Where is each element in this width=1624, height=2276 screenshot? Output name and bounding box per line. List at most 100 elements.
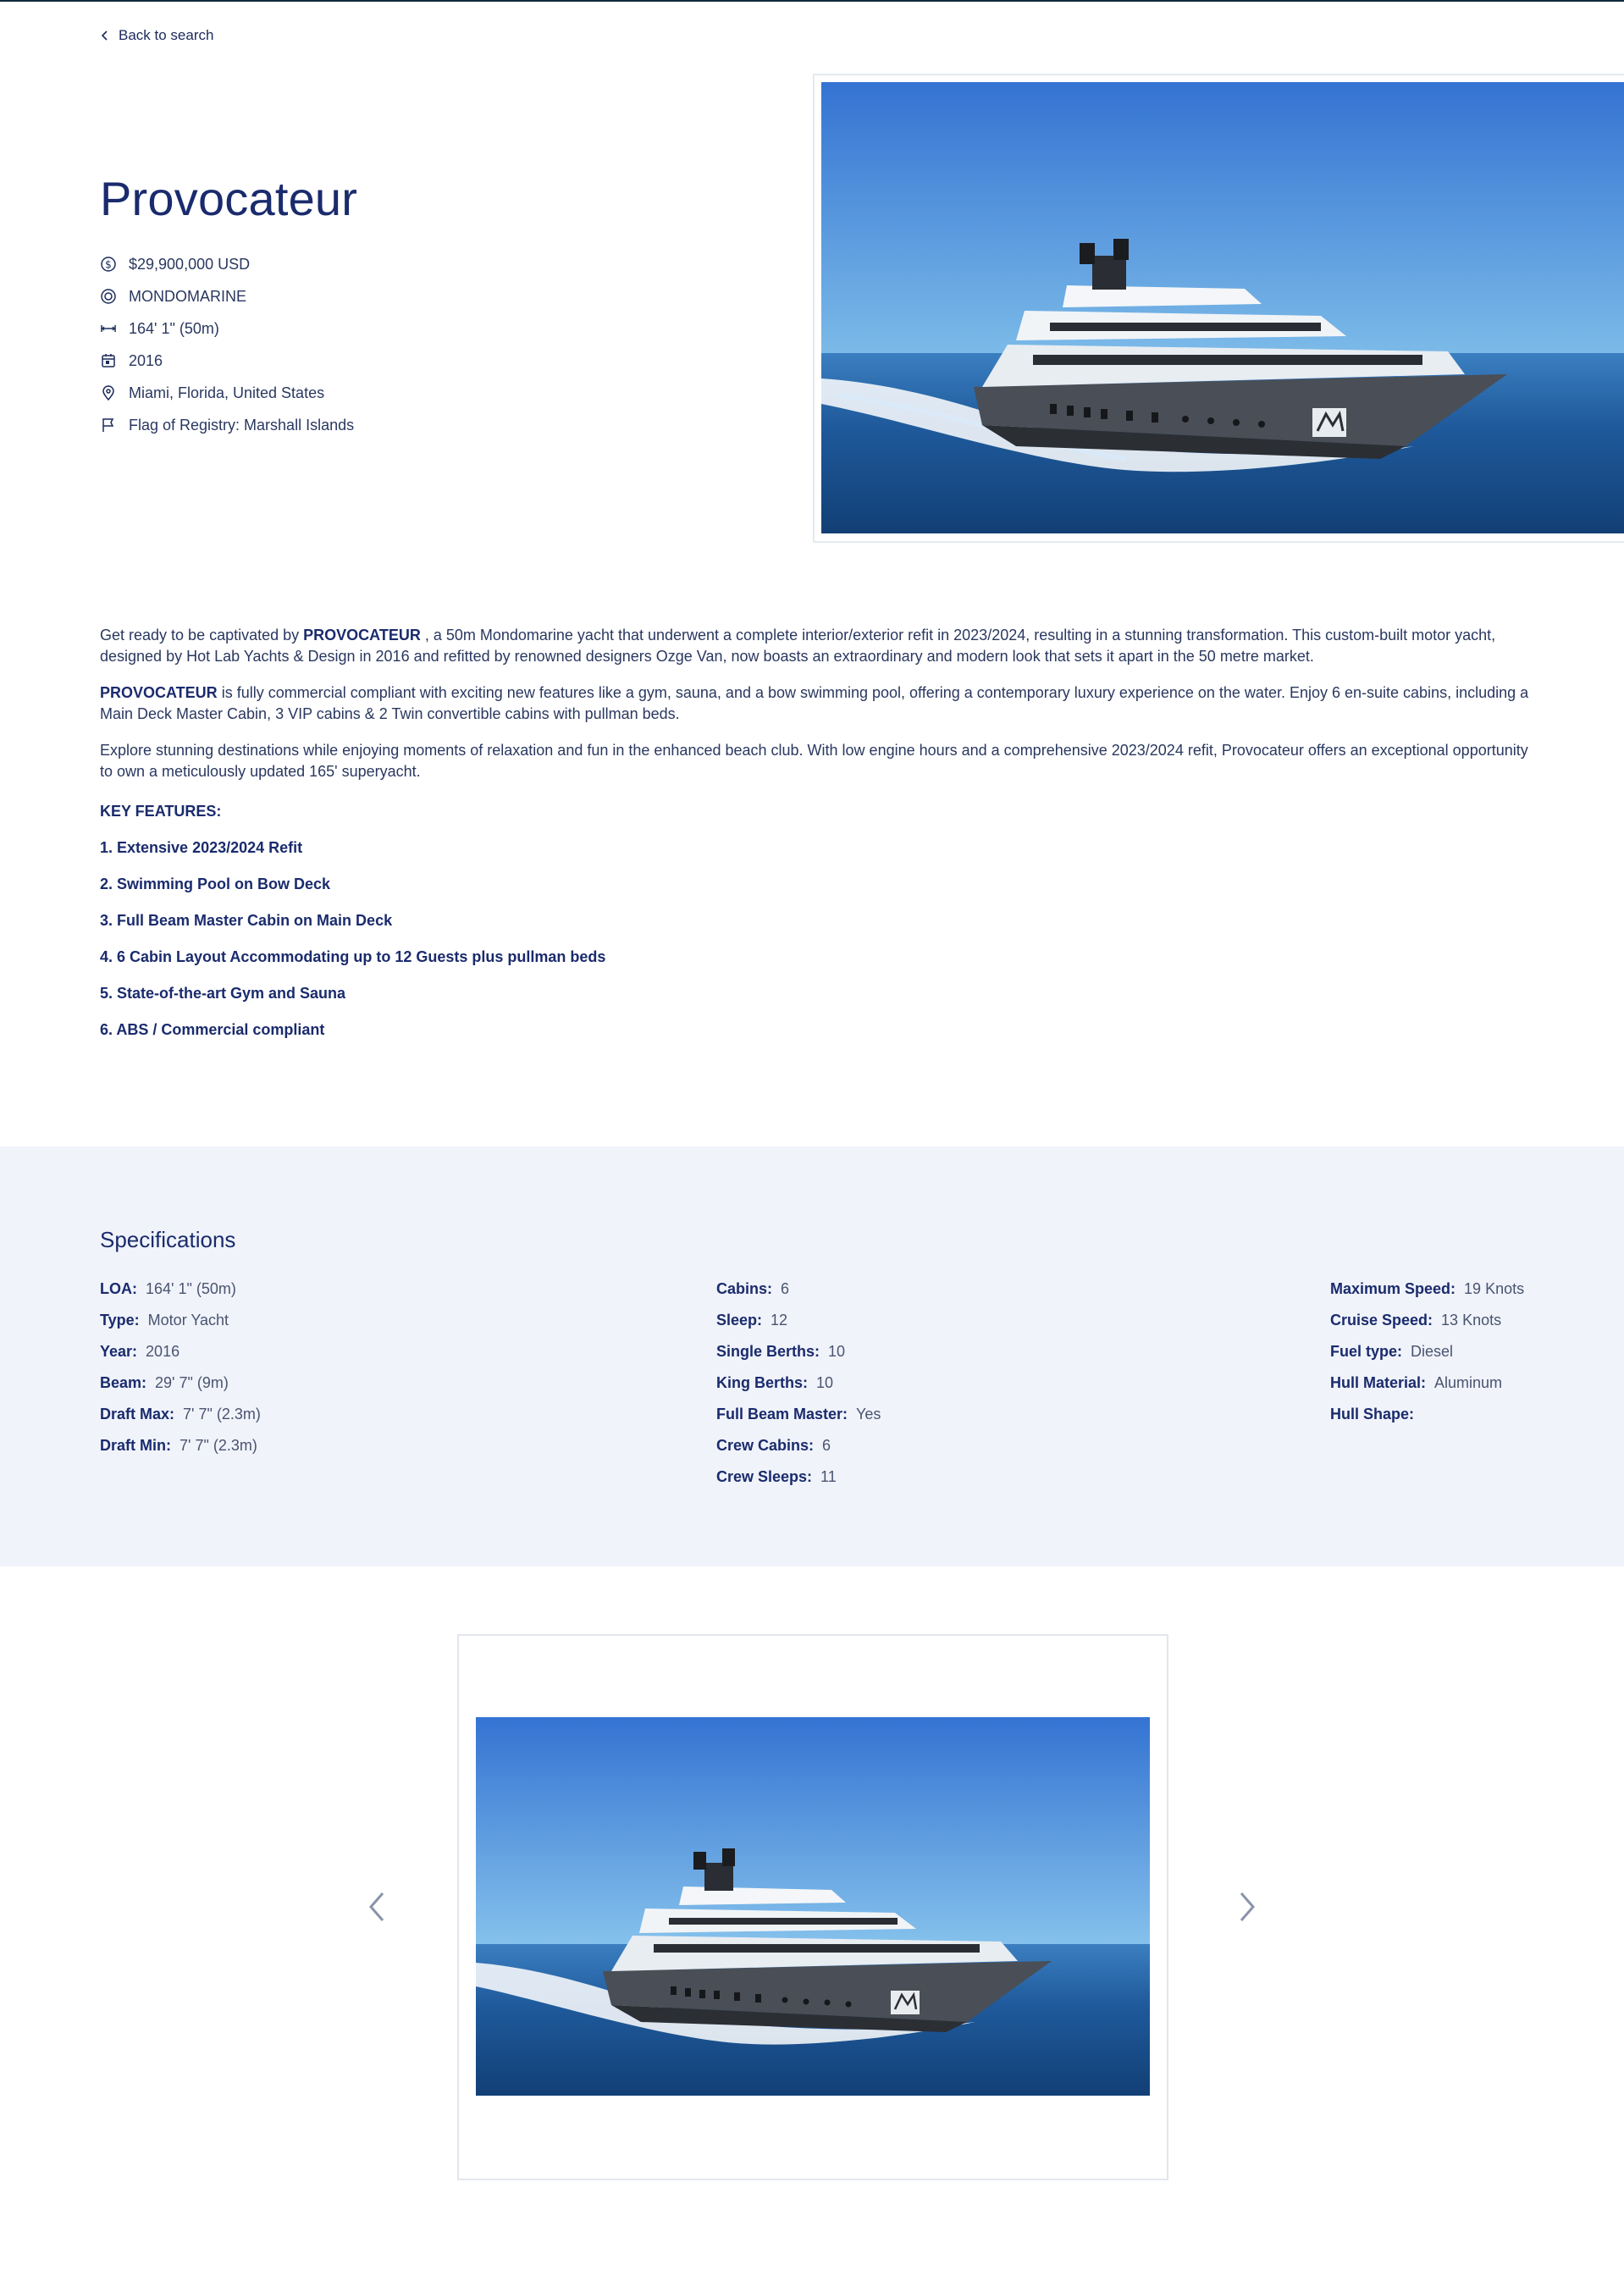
spec-label: Hull Shape: xyxy=(1330,1406,1415,1422)
spec-label: Type: xyxy=(100,1312,140,1329)
gallery-prev-button[interactable] xyxy=(364,1888,389,1925)
fact-price: $ $29,900,000 USD xyxy=(100,248,354,280)
spec-value: 7' 7" (2.3m) xyxy=(180,1437,257,1454)
description-paragraph-2: PROVOCATEUR is fully commercial complian… xyxy=(100,682,1533,725)
yacht-name-emphasis: PROVOCATEUR xyxy=(100,684,218,701)
flag-icon xyxy=(100,417,117,434)
spec-value: Yes xyxy=(856,1406,881,1422)
spec-row: Crew Cabins: 6 xyxy=(716,1437,881,1468)
spec-row: Hull Shape: xyxy=(1330,1406,1524,1437)
spec-value: 10 xyxy=(828,1343,846,1360)
spec-value: 6 xyxy=(781,1280,790,1297)
listing-description: Get ready to be captivated by PROVOCATEU… xyxy=(100,625,1533,1056)
key-feature-item: 5. State-of-the-art Gym and Sauna xyxy=(100,985,346,1002)
spec-row: Single Berths: 10 xyxy=(716,1343,881,1374)
spec-label: Maximum Speed: xyxy=(1330,1280,1456,1297)
spec-label: Year: xyxy=(100,1343,138,1360)
chevron-left-icon xyxy=(101,30,108,41)
chevron-left-icon xyxy=(369,1892,384,1921)
spec-row: Crew Sleeps: 11 xyxy=(716,1468,881,1500)
builder-icon xyxy=(100,288,117,305)
fact-length-text: 164' 1" (50m) xyxy=(129,319,219,337)
specifications-section: Specifications LOA: 164' 1" (50m) Type: Mo… xyxy=(0,1146,1624,1566)
spec-label: King Berths: xyxy=(716,1374,808,1391)
key-feature-item: 4. 6 Cabin Layout Accommodating up to 12… xyxy=(100,948,606,965)
spec-label: Cabins: xyxy=(716,1280,773,1297)
key-features-list: 1. Extensive 2023/2024 Refit 2. Swimming… xyxy=(100,837,1533,1056)
dollar-icon: $ xyxy=(100,256,117,273)
spec-row: Full Beam Master: Yes xyxy=(716,1406,881,1437)
back-to-search-link[interactable]: Back to search xyxy=(100,27,213,44)
fact-year: 2016 xyxy=(100,345,354,377)
specs-column-performance: Maximum Speed: 19 Knots Cruise Speed: 13 K… xyxy=(1330,1280,1524,1437)
top-border xyxy=(0,0,1624,2)
spec-row: Draft Min: 7' 7" (2.3m) xyxy=(100,1437,261,1468)
description-text: Get ready to be captivated by xyxy=(100,627,304,644)
spec-label: Sleep: xyxy=(716,1312,763,1329)
description-paragraph-1: Get ready to be captivated by PROVOCATEU… xyxy=(100,625,1533,667)
calendar-icon xyxy=(100,352,117,369)
specs-column-accommodation: Cabins: 6 Sleep: 12 Single Berths: 10 King … xyxy=(716,1280,881,1500)
back-label: Back to search xyxy=(119,27,214,43)
spec-value: 11 xyxy=(820,1468,837,1485)
spec-label: LOA: xyxy=(100,1280,137,1297)
spec-value: 7' 7" (2.3m) xyxy=(183,1406,261,1422)
spec-label: Crew Cabins: xyxy=(716,1437,815,1454)
spec-value: 6 xyxy=(822,1437,831,1454)
spec-row: Maximum Speed: 19 Knots xyxy=(1330,1280,1524,1312)
spec-label: Fuel type: xyxy=(1330,1343,1403,1360)
spec-label: Draft Max: xyxy=(100,1406,175,1422)
fact-flag: Flag of Registry: Marshall Islands xyxy=(100,409,354,441)
spec-value: 19 Knots xyxy=(1464,1280,1525,1297)
spec-row: Year: 2016 xyxy=(100,1343,261,1374)
svg-text:$: $ xyxy=(105,259,112,271)
spec-value: Aluminum xyxy=(1434,1374,1503,1391)
specs-column-dimensions: LOA: 164' 1" (50m) Type: Motor Yacht Year:… xyxy=(100,1280,261,1468)
key-features-heading: KEY FEATURES: xyxy=(100,803,222,820)
fact-location: Miami, Florida, United States xyxy=(100,377,354,409)
gallery-yacht-image[interactable] xyxy=(476,1717,1150,2096)
spec-row: Fuel type: Diesel xyxy=(1330,1343,1524,1374)
spec-value: 2016 xyxy=(146,1343,180,1360)
key-feature-item: 3. Full Beam Master Cabin on Main Deck xyxy=(100,912,393,929)
spec-row: King Berths: 10 xyxy=(716,1374,881,1406)
spec-row: Type: Motor Yacht xyxy=(100,1312,261,1343)
fact-year-text: 2016 xyxy=(129,351,163,369)
spec-value: 12 xyxy=(771,1312,788,1329)
spec-value: 13 Knots xyxy=(1441,1312,1502,1329)
fact-length: 164' 1" (50m) xyxy=(100,312,354,345)
spec-row: Cabins: 6 xyxy=(716,1280,881,1312)
spec-row: Hull Material: Aluminum xyxy=(1330,1374,1524,1406)
spec-row: LOA: 164' 1" (50m) xyxy=(100,1280,261,1312)
spec-row: Sleep: 12 xyxy=(716,1312,881,1343)
fact-builder: MONDOMARINE xyxy=(100,280,354,312)
spec-value: 10 xyxy=(816,1374,834,1391)
location-pin-icon xyxy=(100,384,117,401)
spec-row: Beam: 29' 7" (9m) xyxy=(100,1374,261,1406)
specifications-heading: Specifications xyxy=(100,1227,236,1252)
gallery-next-button[interactable] xyxy=(1235,1888,1260,1925)
description-text: is fully commercial compliant with excit… xyxy=(100,684,1529,722)
length-icon xyxy=(100,320,117,337)
spec-label: Beam: xyxy=(100,1374,147,1391)
fact-builder-text: MONDOMARINE xyxy=(129,287,246,305)
spec-row: Draft Max: 7' 7" (2.3m) xyxy=(100,1406,261,1437)
spec-label: Cruise Speed: xyxy=(1330,1312,1433,1329)
chevron-right-icon xyxy=(1240,1892,1255,1921)
yacht-name-emphasis: PROVOCATEUR xyxy=(303,627,421,644)
fact-price-text: $29,900,000 USD xyxy=(129,255,251,273)
description-paragraph-3: Explore stunning destinations while enjo… xyxy=(100,742,1528,780)
spec-value: Diesel xyxy=(1411,1343,1454,1360)
listing-facts: $ $29,900,000 USD MONDOMARINE 164' 1" (5… xyxy=(100,248,354,441)
page-title: Provocateur xyxy=(100,172,358,225)
fact-location-text: Miami, Florida, United States xyxy=(129,384,325,401)
hero-yacht-image[interactable] xyxy=(821,82,1624,533)
key-feature-item: 6. ABS / Commercial compliant xyxy=(100,1021,325,1038)
spec-label: Single Berths: xyxy=(716,1343,820,1360)
spec-value: 164' 1" (50m) xyxy=(146,1280,236,1297)
spec-label: Full Beam Master: xyxy=(716,1406,848,1422)
fact-flag-text: Flag of Registry: Marshall Islands xyxy=(129,416,355,434)
spec-label: Crew Sleeps: xyxy=(716,1468,813,1485)
key-feature-item: 2. Swimming Pool on Bow Deck xyxy=(100,876,331,892)
spec-value: 29' 7" (9m) xyxy=(155,1374,229,1391)
